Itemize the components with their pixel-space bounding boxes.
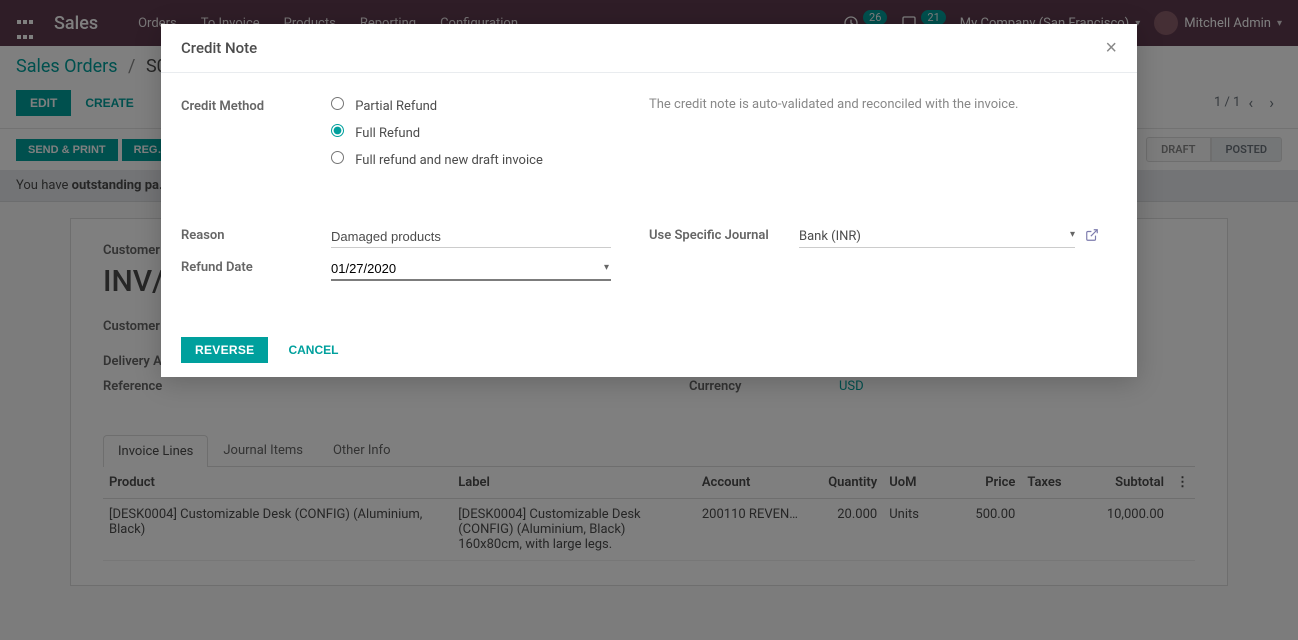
refund-date-input[interactable] <box>331 258 611 279</box>
modal-title: Credit Note <box>181 39 257 57</box>
credit-method-radios: Partial Refund Full Refund Full refund a… <box>331 97 649 178</box>
radio-input-full[interactable] <box>331 124 344 137</box>
external-link-icon[interactable] <box>1085 228 1099 246</box>
credit-note-modal: Credit Note × Credit Method Partial Refu… <box>161 24 1137 377</box>
credit-method-helptext: The credit note is auto-validated and re… <box>649 97 1018 178</box>
refund-date-label: Refund Date <box>181 258 331 281</box>
radio-input-partial[interactable] <box>331 97 344 110</box>
modal-backdrop[interactable]: Credit Note × Credit Method Partial Refu… <box>0 0 1298 640</box>
reverse-button[interactable]: REVERSE <box>181 337 268 363</box>
reason-input[interactable] <box>331 226 611 248</box>
journal-value: Bank (INR) <box>799 229 861 244</box>
close-icon[interactable]: × <box>1105 38 1117 58</box>
cancel-button[interactable]: CANCEL <box>274 337 352 363</box>
radio-partial-refund[interactable]: Partial Refund <box>331 97 649 114</box>
radio-input-full-new[interactable] <box>331 151 344 164</box>
radio-full-new-draft[interactable]: Full refund and new draft invoice <box>331 151 649 168</box>
journal-select[interactable]: Bank (INR) ▾ <box>799 226 1075 248</box>
journal-label: Use Specific Journal <box>649 226 799 248</box>
radio-full-refund[interactable]: Full Refund <box>331 124 649 141</box>
refund-date-field[interactable]: ▾ <box>331 258 611 281</box>
reason-label: Reason <box>181 226 331 248</box>
credit-method-label: Credit Method <box>181 97 331 178</box>
chevron-down-icon: ▾ <box>1070 229 1075 244</box>
